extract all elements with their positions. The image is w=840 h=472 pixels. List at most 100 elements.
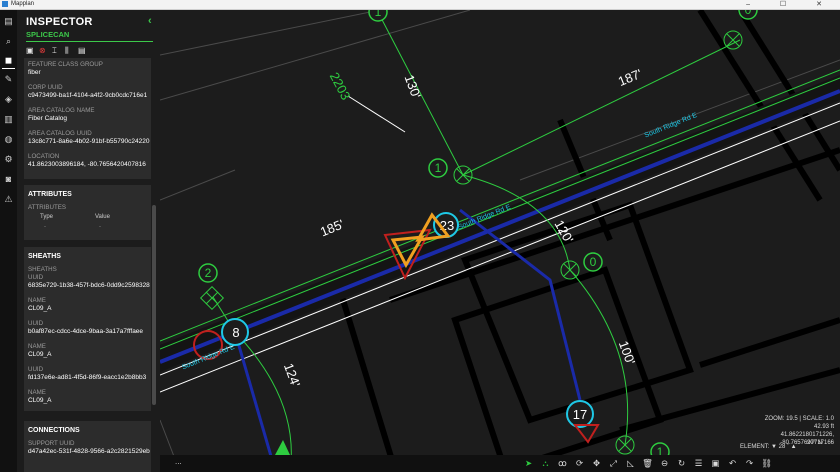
globe-icon[interactable]: ◍ [3, 134, 14, 145]
network-icon[interactable]: ⛬ [537, 458, 554, 469]
connections-header: CONNECTIONS [28, 427, 80, 434]
attr-value-cell: - [99, 224, 101, 230]
subtitle-underline [26, 41, 153, 42]
window-controls[interactable]: – ☐ ✕ [746, 0, 836, 9]
detail-key: AREA CATALOG NAME [28, 107, 95, 114]
attributes-label: ATTRIBUTES [28, 204, 67, 211]
sheath-uuid: fd137e6e-ad81-4f5d-86f9-eacc1e2b8bb3 [28, 374, 147, 381]
list-icon[interactable]: ☰ [690, 458, 707, 469]
detail-value: Fiber Catalog [28, 115, 68, 122]
leader-line [347, 95, 406, 133]
sheath-uuid-key: UUID [28, 320, 44, 327]
distance-label: 124' [281, 361, 303, 389]
detail-key: LOCATION [28, 153, 60, 160]
inspector-scrollbar[interactable] [152, 205, 156, 405]
road-surface [160, 75, 840, 372]
sheath-uuid: 6835e729-1b38-457f-bdc6-0dd9c2598328 [28, 282, 150, 289]
app-title: Mapplan [11, 1, 35, 7]
inspector-toolbar: ▣ ⊗ ⌶ ⫼ ▤ [26, 46, 91, 56]
attr-type-cell: - [44, 224, 46, 230]
edit-icon[interactable]: ✎ [3, 74, 14, 85]
bubble-label: 1 [435, 161, 442, 175]
node-label: 23 [440, 218, 454, 233]
sheaths-card: SHEATHS SHEATHS UUID 6835e729-1b38-457f-… [24, 247, 151, 411]
minus-icon[interactable]: ⊖ [656, 458, 673, 469]
connect-icon[interactable]: ⌶ [52, 46, 65, 56]
lasso-icon[interactable]: ꝏ [554, 458, 571, 469]
element-control[interactable]: ELEMENT: ▼ 28 ˚ ▲ [740, 444, 797, 450]
detail-key: FEATURE CLASS GROUP [28, 61, 103, 68]
report-icon[interactable]: ▥ [3, 114, 14, 125]
sheath-name: CL09_A [28, 351, 52, 358]
attributes-card: ATTRIBUTES ATTRIBUTES Type Value - - [24, 185, 151, 240]
map-tools: ➤ ⛬ ꝏ ⟳ ✥ ⤢ ◺ 🗑 ⊖ ↻ ☰ ▣ ↶ ↷ ⛓ [520, 458, 775, 469]
parcel-line [160, 10, 381, 56]
bubble-label: 0 [745, 10, 752, 17]
feature-type-label: SPLICECAN [26, 30, 70, 39]
zoom-scale: ZOOM: 19.5 | SCALE: 1.0 [764, 416, 834, 422]
attributes-header: ATTRIBUTES [28, 191, 72, 198]
settings-icon[interactable]: ⚙ [3, 154, 14, 165]
detail-key: CORP UUID [28, 84, 63, 91]
detail-value: 13c8c771-8a6e-4b02-91bf-b55790c24220 [28, 138, 150, 145]
rotate-icon[interactable]: ⟳ [571, 458, 588, 469]
measure-icon[interactable]: ◺ [622, 458, 639, 469]
sheath-name-key: NAME [28, 343, 46, 350]
details-card: FEATURE CLASS GROUP fiber CORP UUID c947… [24, 58, 151, 179]
document-icon[interactable]: ▤ [78, 46, 91, 55]
detail-value: 41.8623003896184, -80.7656420407816 [28, 161, 146, 168]
sheath-name-key: NAME [28, 389, 46, 396]
inspector-icon[interactable]: ◼ [2, 55, 15, 69]
map-canvas[interactable]: 1 0 1 2 0 1 23 8 17 130' 187' 185' 120' … [160, 10, 840, 472]
sheath-name: CL09_A [28, 305, 52, 312]
collapse-panel-button[interactable]: ‹ [148, 15, 152, 27]
green-marker[interactable] [275, 440, 290, 455]
attr-col-type: Type [40, 214, 54, 220]
sheath-uuid-key: UUID [28, 366, 44, 373]
sheath-name-key: NAME [28, 297, 46, 304]
split-icon[interactable]: ⫼ [65, 46, 78, 56]
delete-icon[interactable]: ⊗ [39, 46, 52, 55]
select-icon[interactable]: ➤ [520, 458, 537, 469]
bubble-label: 0 [590, 255, 597, 269]
sheaths-label: SHEATHS [28, 266, 57, 273]
detail-value: c9473499-ba1f-4104-a4f2-9cb0cdc716e1 [28, 92, 148, 99]
stack-icon[interactable]: ◈ [3, 94, 14, 105]
more-button[interactable]: ... [175, 457, 182, 466]
left-rail: ▤ ⌕ ◼ ✎ ◈ ▥ ◍ ⚙ ◙ ⚠ [0, 10, 17, 472]
drop-cable [233, 331, 277, 471]
distance-label: 187' [616, 66, 644, 89]
inspector-title: INSPECTOR [26, 16, 93, 28]
window-titlebar: Mapplan – ☐ ✕ [0, 0, 840, 10]
sheath-uuid-key: UUID [28, 274, 44, 281]
bottom-toolbar: ... ➤ ⛬ ꝏ ⟳ ✥ ⤢ ◺ 🗑 ⊖ ↻ ☰ ▣ ↶ ↷ ⛓ [160, 455, 840, 472]
alert-icon[interactable]: ⚠ [3, 194, 14, 205]
distance-label: 130' [402, 73, 424, 101]
node-label: 17 [573, 407, 587, 422]
save-icon[interactable]: ▣ [26, 46, 39, 55]
detail-value: fiber [28, 69, 41, 76]
search-icon[interactable]: ⌕ [3, 36, 14, 47]
camera-icon[interactable]: ◙ [3, 174, 14, 185]
detail-key: AREA CATALOG UUID [28, 130, 92, 137]
resize-icon[interactable]: ⤢ [605, 458, 622, 469]
app-icon [2, 1, 8, 7]
parcel-line [160, 169, 236, 201]
refresh-icon[interactable]: ↻ [673, 458, 690, 469]
link-icon[interactable]: ⛓ [758, 458, 775, 469]
delete-icon[interactable]: 🗑 [639, 458, 656, 469]
move-icon[interactable]: ✥ [588, 458, 605, 469]
bubble-label: 1 [375, 10, 382, 19]
redo-icon[interactable]: ↷ [741, 458, 758, 469]
compass-readout: 20° N [807, 440, 823, 446]
sheath-name: CL09_A [28, 397, 52, 404]
sheath-uuid: b0af87ec-cdcc-4dce-9baa-3a17a7fffaee [28, 328, 144, 335]
connection-key: SUPPORT UUID [28, 440, 75, 447]
map-drawing[interactable]: 1 0 1 2 0 1 23 8 17 130' 187' 185' 120' … [160, 10, 840, 472]
connections-card: CONNECTIONS SUPPORT UUID d47a42ec-531f-4… [24, 421, 151, 472]
undo-icon[interactable]: ↶ [724, 458, 741, 469]
image-icon[interactable]: ▣ [707, 458, 724, 469]
layers-icon[interactable]: ▤ [3, 16, 14, 27]
sheaths-header: SHEATHS [28, 253, 61, 260]
building [451, 266, 664, 472]
